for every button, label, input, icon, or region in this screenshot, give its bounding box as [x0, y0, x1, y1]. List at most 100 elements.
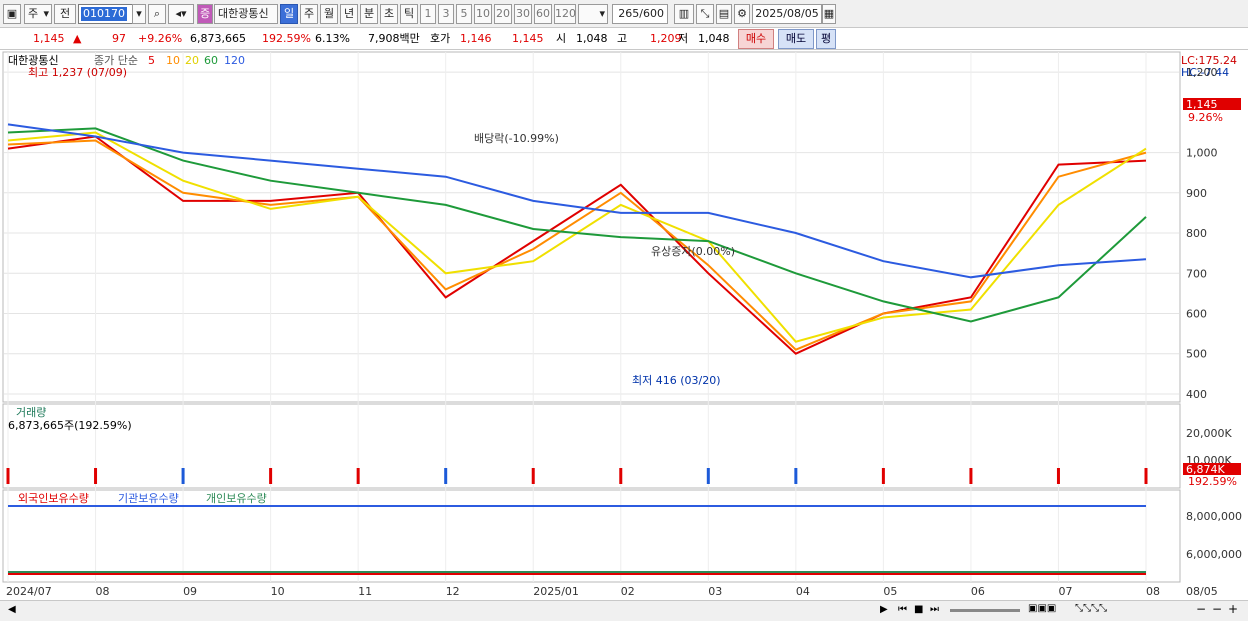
period-main-select[interactable]: 주 ▾ — [24, 4, 52, 24]
volume-bar — [6, 468, 10, 484]
stop-icon[interactable]: ■ — [914, 604, 923, 615]
chart-type-icon[interactable]: ▥ — [674, 4, 694, 24]
stock-code-value: 010170 — [81, 7, 127, 21]
volume-panel-title: 거래량 — [16, 406, 46, 419]
chart-scrollbar[interactable]: ◀ ▶ ⏮ ■ ⏭ ▣▣▣ ⤡⤡⤡⤡ − − + — [0, 600, 1248, 621]
sell-button[interactable]: 매도 — [778, 29, 814, 49]
gear-icon[interactable]: ⚙ — [734, 4, 750, 24]
volume-panel — [2, 403, 1181, 489]
buy-button[interactable]: 매수 — [738, 29, 774, 49]
x-axis-label: 04 — [796, 585, 810, 598]
x-axis: 2024/07 08 09 10 11 12 2025/01 02 03 04 05 06 07 08 08… — [6, 585, 1218, 598]
count-input[interactable]: 265/600 — [612, 4, 668, 24]
eval-button[interactable]: 평 — [816, 29, 836, 49]
draw-tools-icon[interactable]: ⤡⤡⤡⤡ — [1075, 603, 1107, 614]
x-axis-label: 2025/01 — [533, 585, 579, 598]
bid-price: 1,145 — [512, 32, 544, 45]
interval-1[interactable]: 1 — [420, 4, 436, 24]
stock-name: 대한광통신 — [214, 4, 278, 24]
interval-20[interactable]: 20 — [494, 4, 512, 24]
x-axis-label: 2024/07 — [6, 585, 52, 598]
volume-tick-20000: 20,000K — [1186, 427, 1232, 440]
zoom-minus-icon[interactable]: − — [1212, 602, 1222, 616]
interval-custom-select[interactable]: ▾ — [578, 4, 608, 24]
volume-bar — [356, 468, 360, 484]
ma20-legend: 20 — [185, 54, 199, 67]
x-axis-label: 11 — [358, 585, 372, 598]
count-max: /600 — [639, 7, 664, 20]
date-input[interactable]: 2025/08/05 — [752, 4, 822, 24]
window-menu-icon[interactable]: ▣ — [3, 4, 21, 24]
volume-bar — [619, 468, 623, 484]
period-month[interactable]: 월 — [320, 4, 338, 24]
price-tick-label: 600 — [1186, 307, 1207, 320]
price-tick-label: 800 — [1186, 227, 1207, 240]
x-axis-label: 07 — [1058, 585, 1072, 598]
volume-bar — [531, 468, 535, 484]
open-price: 1,048 — [576, 32, 608, 45]
holder-panel — [2, 489, 1181, 583]
draw-tool-icon[interactable]: ⤡ — [696, 4, 714, 24]
high-note: 최고 1,237 (07/09) — [28, 66, 127, 79]
zoom-in-icon[interactable]: + — [1228, 602, 1238, 616]
volume-bar — [181, 468, 185, 484]
period-year[interactable]: 년 — [340, 4, 358, 24]
save-icon[interactable]: ▤ — [716, 4, 732, 24]
scroll-right-icon[interactable]: ▶ — [880, 604, 888, 615]
search-icon[interactable]: ⌕ — [148, 4, 166, 24]
high-price: 1,209 — [650, 32, 682, 45]
x-axis-label: 03 — [708, 585, 722, 598]
interval-10[interactable]: 10 — [474, 4, 492, 24]
individual-holder-legend: 개인보유수량 — [206, 492, 267, 505]
current-price: 1,145 — [33, 32, 65, 45]
code-dropdown-icon[interactable]: ▾ — [132, 4, 146, 24]
period-week[interactable]: 주 — [300, 4, 318, 24]
period-day[interactable]: 일 — [280, 4, 298, 24]
institution-holder-legend: 기관보유수량 — [118, 492, 179, 505]
volume-bar — [94, 468, 98, 484]
low-price: 1,048 — [698, 32, 730, 45]
volume-bar — [444, 468, 448, 484]
chevron-down-icon: ▾ — [599, 7, 605, 20]
x-axis-label: 10 — [271, 585, 285, 598]
ask-price: 1,146 — [460, 32, 492, 45]
period-tick[interactable]: 틱 — [400, 4, 418, 24]
holder-tick-8000000: 8,000,000 — [1186, 510, 1242, 523]
period-minute[interactable]: 분 — [360, 4, 378, 24]
scroll-start-icon[interactable]: ⏮ — [898, 604, 907, 615]
zoom-out-icon[interactable]: − — [1196, 602, 1206, 616]
zoom-slider[interactable] — [950, 609, 1020, 612]
x-axis-label: 02 — [621, 585, 635, 598]
volume-value: 6,873,665 — [190, 32, 246, 45]
price-infobar: 1,145 ▲ 97 +9.26% 6,873,665 192.59% 6.13… — [0, 28, 1248, 50]
ma10-legend: 10 — [166, 54, 180, 67]
price-tick-label: 700 — [1186, 267, 1207, 280]
up-arrow-icon: ▲ — [73, 32, 82, 45]
x-axis-label: 05 — [883, 585, 897, 598]
interval-5[interactable]: 5 — [456, 4, 472, 24]
x-axis-label: 06 — [971, 585, 985, 598]
layout-icon[interactable]: ▣▣▣ — [1028, 603, 1056, 614]
period-second[interactable]: 초 — [380, 4, 398, 24]
turnover-rate: 6.13% — [315, 32, 350, 45]
open-label: 시 — [556, 32, 567, 45]
trade-amount: 7,908백만 — [368, 32, 420, 45]
stock-badge: 증 — [197, 4, 213, 24]
calendar-icon[interactable]: ▦ — [822, 4, 836, 24]
toolbar: ▣ 주 ▾ 전 010170 ▾ ⌕ ◂▾ 증 대한광통신 일 주 월 년 분 초… — [0, 0, 1248, 28]
interval-30[interactable]: 30 — [514, 4, 532, 24]
ma60-legend: 60 — [204, 54, 218, 67]
price-tick-label: 400 — [1186, 388, 1207, 401]
x-axis-label: 08 — [1146, 585, 1160, 598]
interval-3[interactable]: 3 — [438, 4, 454, 24]
volume-bar — [706, 468, 710, 484]
stock-chart[interactable]: 대한광통신 종가 단순 5 10 20 60 120 최고 1,237 (07/… — [0, 50, 1248, 600]
scroll-end-icon[interactable]: ⏭ — [930, 604, 939, 615]
prev-button[interactable]: 전 — [54, 4, 76, 24]
last-price-tag-text: 1,145 — [1186, 98, 1218, 111]
interval-120[interactable]: 120 — [554, 4, 576, 24]
interval-60[interactable]: 60 — [534, 4, 552, 24]
speaker-icon[interactable]: ◂▾ — [168, 4, 194, 24]
low-note: 최저 416 (03/20) — [632, 374, 721, 387]
scroll-left-icon[interactable]: ◀ — [8, 604, 16, 615]
